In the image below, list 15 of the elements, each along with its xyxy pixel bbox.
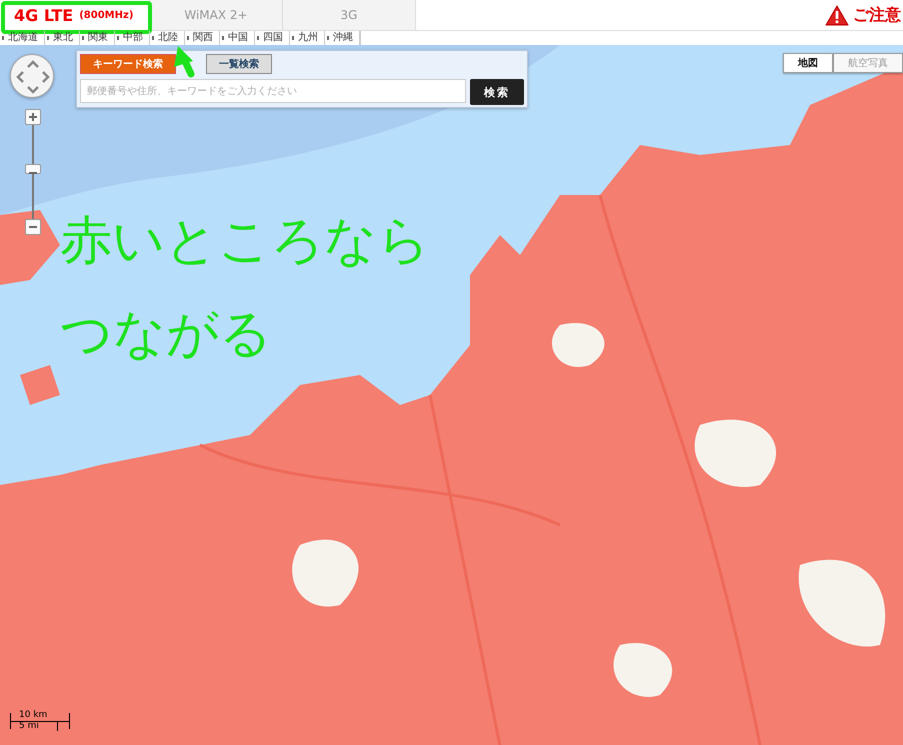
map-type-button[interactable]: 地図	[783, 53, 833, 73]
annotation-arrow	[174, 46, 194, 78]
minus-icon	[26, 169, 40, 177]
search-button[interactable]: 検索	[470, 79, 524, 105]
warning-icon	[825, 4, 849, 26]
plus-icon	[26, 110, 40, 124]
zoom-out-button[interactable]	[25, 219, 41, 235]
annotation-text: 赤いところなら	[60, 213, 430, 270]
zoom-in-button[interactable]	[25, 109, 41, 125]
search-field[interactable]: 郵便番号や住所、キーワードをご入力ください	[80, 79, 466, 103]
annotation-text: つながる	[60, 306, 273, 364]
zoom-slider-handle[interactable]	[25, 164, 41, 174]
notice-link[interactable]: ご注意	[819, 0, 903, 30]
search-tab[interactable]: 一覧検索	[206, 54, 272, 74]
scale-label: 10 km	[19, 710, 48, 720]
